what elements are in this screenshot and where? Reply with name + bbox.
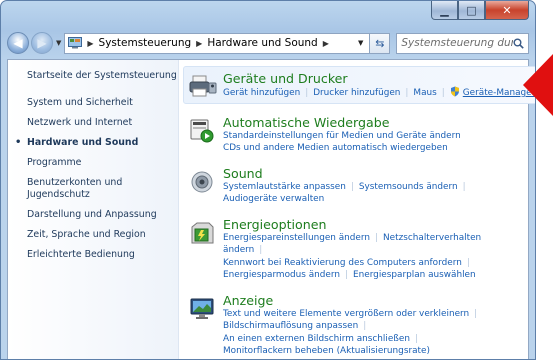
link-divider: | [462, 181, 466, 192]
forward-arrow-icon: ▶ [37, 36, 47, 50]
back-arrow-icon: ◀ [13, 36, 23, 50]
category-list: Geräte und Drucker Gerät hinzufügen | Druc… [179, 60, 535, 359]
navigation-bar: ◀ ▶ ▼ ▶ Systemsteuerung ▶ Hardware und S… [7, 31, 529, 55]
link-connect-external-display[interactable]: An einen externen Bildschirm anschließen [223, 334, 410, 344]
shield-icon [450, 86, 459, 97]
category-display: Anzeige Text und weitere Elemente vergrö… [187, 293, 528, 358]
link-adjust-volume[interactable]: Systemlautstärke anpassen [223, 182, 346, 192]
address-bar[interactable]: ▶ Systemsteuerung ▶ Hardware und Sound ▶… [64, 32, 371, 54]
link-divider: | [375, 232, 379, 243]
recent-pages-dropdown-icon[interactable]: ▼ [56, 39, 61, 47]
category-links-devices: Gerät hinzufügen | Drucker hinzufügen | Maus… [223, 86, 535, 100]
sidebar-item-label: Hardware und Sound [27, 137, 139, 148]
sidebar-item-ease-of-access[interactable]: Erleichterte Bedienung [27, 249, 178, 261]
active-bullet-icon: • [15, 137, 22, 148]
sidebar-item-network-internet[interactable]: Netzwerk und Internet [27, 117, 178, 129]
link-divider: | [363, 321, 367, 331]
category-title-autoplay[interactable]: Automatische Wiedergabe [223, 115, 528, 130]
link-divider: | [441, 88, 445, 98]
link-manage-audio-devices[interactable]: Audiogeräte verwalten [223, 194, 324, 204]
link-divider: | [466, 257, 470, 268]
control-panel-icon [68, 37, 83, 49]
search-input[interactable] [401, 37, 513, 49]
refresh-button[interactable]: ⇆ [370, 32, 391, 54]
window-controls: ▁ □ ✕ [431, 1, 529, 20]
link-change-system-sounds[interactable]: Systemsounds ändern [359, 182, 458, 192]
link-divider: | [474, 308, 478, 319]
minimize-icon: ▁ [440, 3, 449, 17]
link-divider: | [345, 270, 348, 280]
category-title-devices-printers[interactable]: Geräte und Drucker [223, 71, 535, 86]
control-panel-window: ▁ □ ✕ ◀ ▶ ▼ ▶ Systemsteuerung ▶ Hardware… [0, 0, 536, 360]
link-require-password-wake[interactable]: Kennwort bei Reaktivierung des Computers… [223, 258, 462, 268]
link-fix-monitor-flicker[interactable]: Monitorflackern beheben (Aktualisierungs… [223, 346, 430, 356]
category-autoplay: Automatische Wiedergabe Standardeinstell… [187, 115, 528, 155]
link-divider: | [414, 333, 418, 344]
category-links-autoplay: Standardeinstellungen für Medien und Ger… [223, 130, 528, 155]
link-add-device[interactable]: Gerät hinzufügen [223, 88, 300, 98]
category-title-sound[interactable]: Sound [223, 166, 528, 181]
breadcrumb-separator-icon[interactable]: ▶ [323, 39, 329, 48]
title-bar[interactable]: ▁ □ ✕ [1, 1, 535, 29]
close-button[interactable]: ✕ [485, 1, 529, 20]
link-divider: | [305, 88, 309, 98]
printer-icon [189, 75, 217, 97]
category-sound: Sound Systemlautstärke anpassen | Systemso… [187, 166, 528, 206]
link-mouse[interactable]: Maus [413, 88, 436, 98]
forward-button[interactable]: ▶ [31, 32, 53, 54]
minimize-button[interactable]: ▁ [431, 1, 458, 20]
sidebar-item-hardware-sound[interactable]: • Hardware und Sound [15, 137, 178, 149]
address-dropdown-icon[interactable]: ▼ [358, 39, 363, 47]
search-box [396, 32, 529, 54]
link-autoplay-cds[interactable]: CDs und andere Medien automatisch wieder… [223, 143, 448, 153]
power-options-icon [191, 222, 214, 243]
category-title-display[interactable]: Anzeige [223, 293, 528, 308]
autoplay-icon [190, 119, 214, 142]
link-choose-power-plan[interactable]: Energiesparplan auswählen [353, 270, 476, 280]
sidebar-item-programs[interactable]: Programme [27, 157, 178, 169]
link-divider: | [259, 245, 263, 255]
category-title-power-options[interactable]: Energieoptionen [223, 217, 528, 232]
annotation-arrow-icon [523, 54, 553, 116]
display-icon [190, 298, 214, 319]
category-links-sound: Systemlautstärke anpassen | Systemsounds ä… [223, 181, 528, 206]
breadcrumb-separator-icon[interactable]: ▶ [196, 39, 202, 48]
category-power-options: Energieoptionen Energiespareinstellungen… [187, 217, 528, 282]
sidebar-item-system-security[interactable]: System und Sicherheit [27, 97, 178, 109]
speaker-icon [191, 171, 213, 192]
category-links-display: Text und weitere Elemente vergrößern ode… [223, 308, 528, 358]
maximize-icon: □ [466, 3, 477, 17]
link-divider: | [350, 181, 354, 192]
search-icon[interactable] [513, 38, 524, 49]
category-links-power: Energiespareinstellungen ändern | Netzscha… [223, 232, 528, 282]
category-devices-printers: Geräte und Drucker Gerät hinzufügen | Druc… [183, 66, 535, 104]
link-resize-text[interactable]: Text und weitere Elemente vergrößern ode… [223, 309, 469, 319]
back-button[interactable]: ◀ [7, 32, 29, 54]
sidebar-item-home[interactable]: Startseite der Systemsteuerung [27, 70, 178, 82]
sidebar: Startseite der Systemsteuerung System un… [8, 60, 179, 359]
link-change-power-saving[interactable]: Energiespareinstellungen ändern [223, 233, 370, 243]
breadcrumb-separator-icon: ▶ [87, 38, 94, 48]
refresh-icon: ⇆ [375, 36, 385, 50]
link-divider: | [405, 88, 409, 98]
link-adjust-resolution[interactable]: Bildschirmauflösung anpassen [223, 321, 358, 331]
link-change-media-defaults[interactable]: Standardeinstellungen für Medien und Ger… [223, 131, 461, 141]
link-add-printer[interactable]: Drucker hinzufügen [313, 88, 400, 98]
content-area: Startseite der Systemsteuerung System un… [7, 59, 535, 359]
maximize-button[interactable]: □ [458, 1, 485, 20]
sidebar-item-user-accounts[interactable]: Benutzerkonten und Jugendschutz [27, 177, 147, 201]
sidebar-item-clock-region[interactable]: Zeit, Sprache und Region [27, 229, 178, 241]
breadcrumb-current[interactable]: Hardware und Sound [207, 37, 317, 49]
breadcrumb-root[interactable]: Systemsteuerung [99, 37, 192, 49]
link-change-sleep[interactable]: Energiesparmodus ändern [223, 270, 340, 280]
sidebar-item-appearance[interactable]: Darstellung und Anpassung [27, 209, 178, 221]
close-icon: ✕ [502, 3, 512, 17]
